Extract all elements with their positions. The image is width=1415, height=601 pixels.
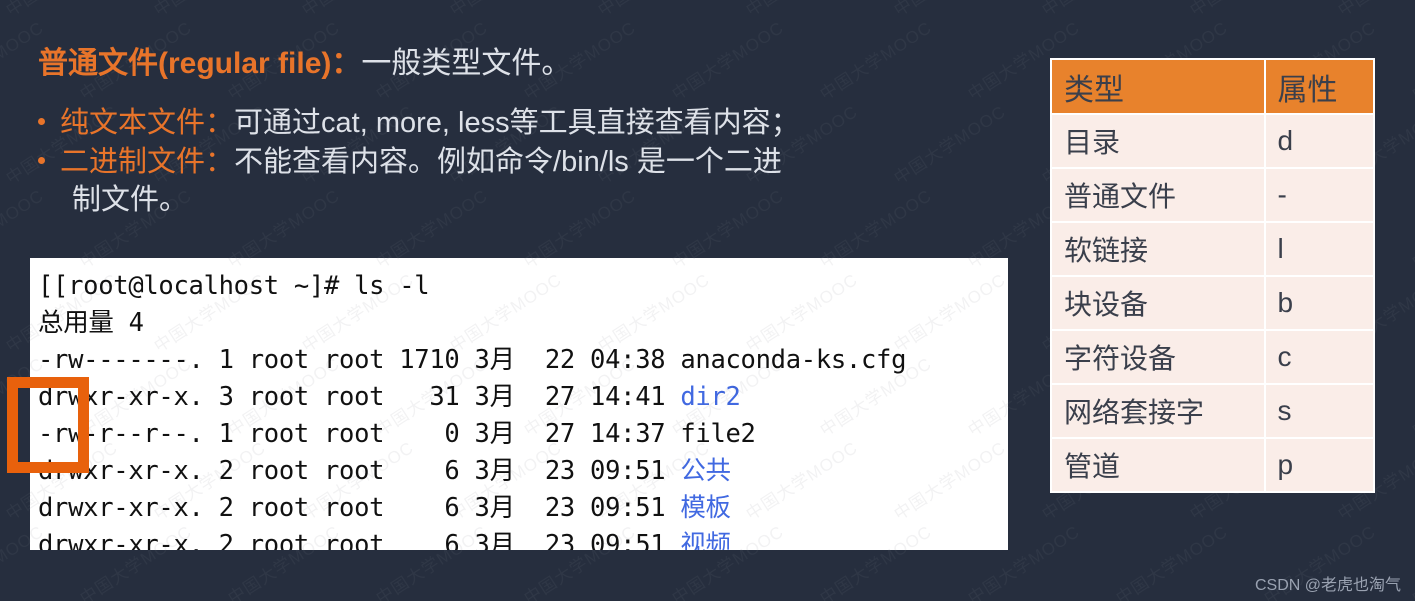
table-row: 普通文件 - xyxy=(1050,167,1376,223)
watermark-text: 中国大学MOOC xyxy=(1332,0,1415,21)
bullet-description-wrap: 制文件。 xyxy=(72,184,189,216)
page-title: 普通文件(regular file)：一般类型文件。 xyxy=(38,44,571,84)
watermark-text: 中国大学MOOC xyxy=(1406,518,1415,601)
watermark-text: 中国大学MOOC xyxy=(814,518,936,550)
cell-attribute-char: d xyxy=(1263,113,1376,169)
cell-file-type: 普通文件 xyxy=(1050,167,1266,223)
bullet-dot-icon xyxy=(38,157,45,165)
cell-file-type: 软链接 xyxy=(1050,221,1266,277)
watermark-text: 中国大学MOOC xyxy=(594,269,714,357)
watermark-text: 中国大学MOOC xyxy=(814,258,936,273)
cell-file-type: 网络套接字 xyxy=(1050,383,1266,439)
table-header-row: 类型 属性 xyxy=(1050,58,1376,115)
watermark-text: 中国大学MOOC xyxy=(742,437,862,525)
watermark-text: 中国大学MOOC xyxy=(518,258,640,273)
table-row: 软链接 l xyxy=(1050,221,1376,277)
watermark-text: 中国大学MOOC xyxy=(962,258,1008,273)
bullet-item-binary-continuation: 制文件。 xyxy=(72,181,188,219)
headline-emphasis: 普通文件(regular file)： xyxy=(38,47,362,80)
bullet-dot-icon xyxy=(38,118,45,126)
terminal-directory-name: 视频 xyxy=(680,530,731,550)
cell-attribute-char: b xyxy=(1263,275,1376,331)
table-header-type: 类型 xyxy=(1050,58,1266,115)
watermark-text: 中国大学MOOC xyxy=(666,258,788,273)
watermark-text: 中国大学MOOC xyxy=(742,269,862,357)
terminal-line-text: drwxr-xr-x. 2 root root 6 3月 23 09:51 xyxy=(38,493,681,523)
cell-attribute-char: l xyxy=(1263,221,1376,277)
watermark-text: 中国大学MOOC xyxy=(1406,14,1415,105)
table-body: 目录 d 普通文件 - 软链接 l 块设备 b 字符设备 c 网络套接字 s 管道 p xyxy=(1050,113,1376,493)
bullet-term: 纯文本文件： xyxy=(60,107,235,139)
bullet-description: 可通过cat, more, less等工具直接查看内容； xyxy=(234,107,800,139)
file-type-character-highlight-box xyxy=(7,377,89,473)
watermark-text: 中国大学MOOC xyxy=(1406,350,1415,441)
bullet-item-plaintext: 纯文本文件：可通过cat, more, less等工具直接查看内容； xyxy=(38,104,800,142)
cell-file-type: 管道 xyxy=(1050,437,1266,493)
table-row: 网络套接字 s xyxy=(1050,383,1376,439)
table-row: 块设备 b xyxy=(1050,275,1376,331)
watermark-text: 中国大学MOOC xyxy=(964,353,1008,441)
cell-file-type: 块设备 xyxy=(1050,275,1266,331)
watermark-text: 中国大学MOOC xyxy=(1110,518,1232,601)
headline-rest: 一般类型文件。 xyxy=(361,47,572,80)
watermark-text: 中国大学MOOC xyxy=(890,437,1008,525)
watermark-text: 中国大学MOOC xyxy=(1036,0,1158,21)
bullet-item-binary: 二进制文件：不能查看内容。例如命令/bin/ls 是一个二进 xyxy=(38,143,782,181)
cell-attribute-char: p xyxy=(1263,437,1376,493)
cell-file-type: 目录 xyxy=(1050,113,1266,169)
watermark-text: 中国大学MOOC xyxy=(1184,0,1306,21)
watermark-text: 中国大学MOOC xyxy=(446,269,566,357)
table-row: 目录 d xyxy=(1050,113,1376,169)
table-row: 字符设备 c xyxy=(1050,329,1376,385)
terminal-directory-name: 模板 xyxy=(680,493,731,523)
cell-attribute-char: - xyxy=(1263,167,1376,223)
bullet-description: 不能查看内容。例如命令/bin/ls 是一个二进 xyxy=(234,146,782,178)
csdn-attribution-watermark: CSDN @老虎也淘气 xyxy=(1254,577,1401,594)
cell-attribute-char: c xyxy=(1263,329,1376,385)
table-header-attribute: 属性 xyxy=(1263,58,1376,115)
watermark-text: 中国大学MOOC xyxy=(890,269,1008,357)
file-type-reference-table: 类型 属性 目录 d 普通文件 - 软链接 l 块设备 b 字符设备 c 网络套接字 s 管道 p xyxy=(1050,58,1376,493)
cell-file-type: 字符设备 xyxy=(1050,329,1266,385)
table-row: 管道 p xyxy=(1050,437,1376,493)
watermark-text: 中国大学MOOC xyxy=(1406,182,1415,273)
bullet-term: 二进制文件： xyxy=(60,146,235,178)
cell-attribute-char: s xyxy=(1263,383,1376,439)
terminal-output-panel: [[root@localhost ~]# ls -l 总用量 4 -rw------… xyxy=(30,258,1008,550)
watermark-text: 中国大学MOOC xyxy=(962,518,1008,550)
